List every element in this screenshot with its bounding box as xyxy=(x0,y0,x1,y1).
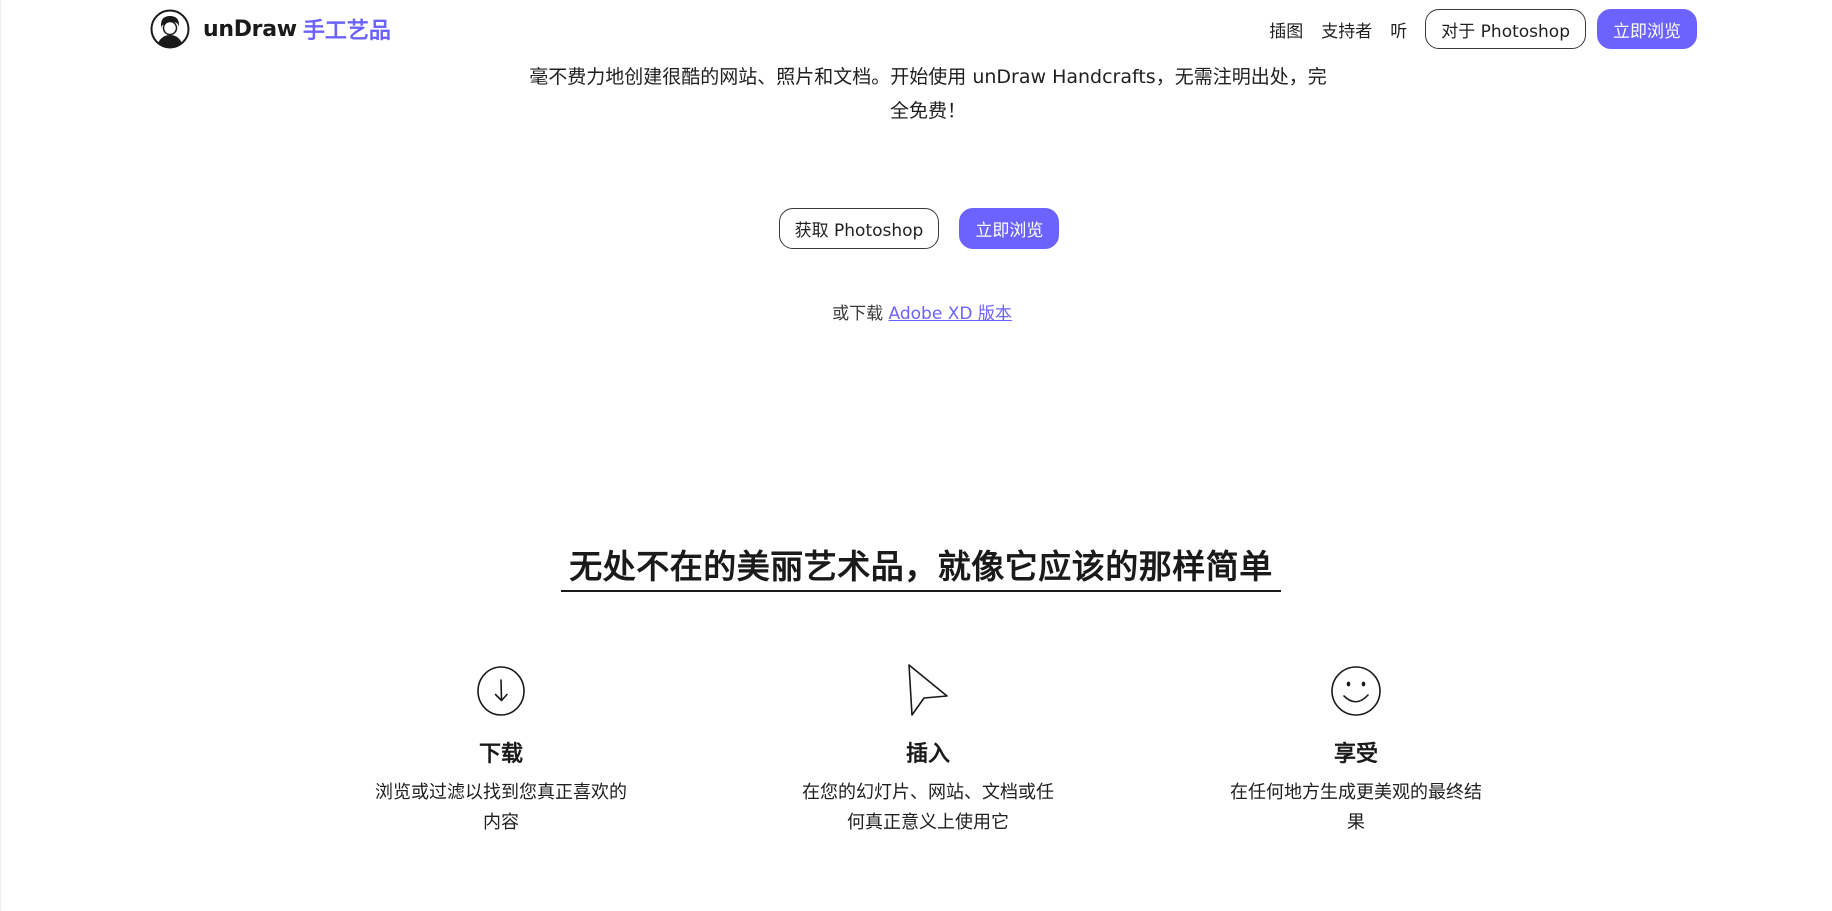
avatar-logo-icon xyxy=(150,9,190,49)
site-header: unDraw 手工艺品 插图 支持者 听 对于 Photoshop 立即浏览 xyxy=(1,0,1832,58)
download-prefix: 或下载 xyxy=(832,304,884,324)
feature-text: 在任何地方生成更美观的最终结果 xyxy=(1230,782,1482,833)
adobe-xd-download-link[interactable]: Adobe XD 版本 xyxy=(889,304,1012,324)
feature-title: 插入 xyxy=(905,742,950,767)
for-photoshop-button[interactable]: 对于 Photoshop xyxy=(1425,9,1586,49)
page: unDraw 手工艺品 插图 支持者 听 对于 Photoshop 立即浏览 毫… xyxy=(0,0,1832,911)
feature-title: 下载 xyxy=(478,742,523,767)
nav-link-supporters[interactable]: 支持者 xyxy=(1321,17,1372,42)
brand-logo-link[interactable]: unDraw 手工艺品 xyxy=(150,9,391,49)
feature-enjoy: 享受 在任何地方生成更美观的最终结果 xyxy=(1206,662,1506,838)
feature-title: 享受 xyxy=(1333,742,1378,767)
features-title-wrap: 无处不在的美丽艺术品，就像它应该的那样简单 xyxy=(1,540,1832,592)
get-photoshop-button[interactable]: 获取 Photoshop xyxy=(778,208,940,249)
hero-actions: 获取 Photoshop 立即浏览 xyxy=(1,208,1832,249)
cursor-arrow-icon xyxy=(908,664,948,716)
nav-link-illustrations[interactable]: 插图 xyxy=(1269,17,1303,42)
nav-link-listen[interactable]: 听 xyxy=(1390,17,1407,42)
brand-subtitle: 手工艺品 xyxy=(302,19,391,44)
feature-text: 在您的幻灯片、网站、文档或任何真正意义上使用它 xyxy=(802,782,1054,833)
feature-download: 下载 浏览或过滤以找到您真正喜欢的内容 xyxy=(351,662,651,838)
brand-name: unDraw xyxy=(203,16,297,42)
features-title: 无处不在的美丽艺术品，就像它应该的那样简单 xyxy=(561,540,1281,592)
feature-text: 浏览或过滤以找到您真正喜欢的内容 xyxy=(375,782,627,833)
download-note: 或下载 Adobe XD 版本 xyxy=(1,299,1832,324)
browse-now-button[interactable]: 立即浏览 xyxy=(1597,9,1697,49)
hero-browse-button[interactable]: 立即浏览 xyxy=(959,208,1060,249)
main-nav: 插图 支持者 听 对于 Photoshop 立即浏览 xyxy=(1269,8,1697,50)
hero-description: 毫不费力地创建很酷的网站、照片和文档。开始使用 unDraw Handcraft… xyxy=(529,66,1327,122)
download-arrow-icon xyxy=(477,666,525,716)
smiley-icon xyxy=(1331,666,1381,716)
feature-insert: 插入 在您的幻灯片、网站、文档或任何真正意义上使用它 xyxy=(778,662,1078,838)
